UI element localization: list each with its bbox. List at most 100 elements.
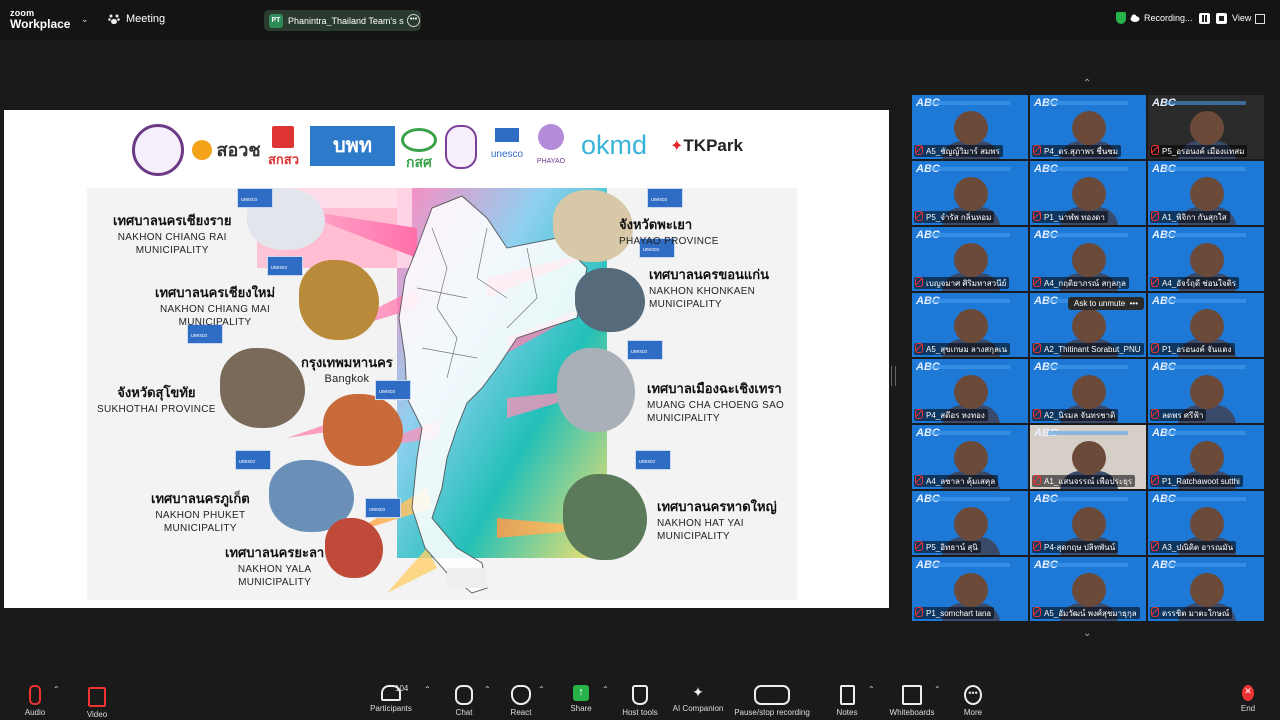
- microphone-muted-icon: [29, 685, 41, 705]
- participant-name: P4_ดร.สุภาพร ชื่นชม: [1032, 145, 1121, 157]
- banner-decoration: [1166, 101, 1246, 105]
- banner-decoration: [1048, 233, 1128, 237]
- shared-screen[interactable]: สอวช สกสว บพท กสศ unesco PHAYAO okmd ✦TK…: [4, 110, 889, 608]
- panel-resize-handle[interactable]: [891, 366, 896, 386]
- participant-tile[interactable]: ABC P1_อรอนงค์ จันแดง: [1148, 293, 1264, 357]
- zoom-workplace-logo[interactable]: zoom Workplace: [10, 9, 71, 31]
- scroll-down-icon[interactable]: ⌄: [1083, 628, 1091, 639]
- participant-tile[interactable]: ABC ลดพร ศรีฟ้า: [1148, 359, 1264, 423]
- whiteboards-options-chevron[interactable]: ⌃: [934, 685, 941, 694]
- banner-decoration: [1166, 497, 1246, 501]
- participant-tile[interactable]: ABC A1_พิจิกา กันสุกใส: [1148, 161, 1264, 225]
- host-tools-button[interactable]: Host tools: [620, 685, 660, 717]
- participant-video: [954, 441, 988, 475]
- participant-video: [1072, 177, 1106, 211]
- share-screen-icon: ↑: [573, 685, 589, 701]
- participant-video: [1072, 507, 1106, 541]
- banner-decoration: [930, 101, 1010, 105]
- participant-tile[interactable]: ABC P5_จำรัส กลิ่นหอม: [912, 161, 1028, 225]
- logo-phayao: PHAYAO: [533, 124, 569, 168]
- banner-decoration: [1048, 497, 1128, 501]
- participant-name: P5_อิทธาน์ สุนิ: [914, 541, 981, 553]
- chat-options-chevron[interactable]: ⌃: [484, 685, 491, 694]
- video-off-icon: [88, 687, 106, 707]
- participant-video: [1190, 573, 1224, 607]
- pause-recording-button[interactable]: [1198, 12, 1210, 24]
- khonkaen-image: [575, 268, 645, 332]
- ai-sparkle-icon: ✦: [692, 684, 704, 700]
- participant-video: [954, 309, 988, 343]
- unesco-flag-icon: [235, 450, 271, 470]
- participant-tile[interactable]: ABC P4_สดีอร หงทอง: [912, 359, 1028, 423]
- notes-options-chevron[interactable]: ⌃: [868, 685, 875, 694]
- chat-button[interactable]: Chat: [452, 685, 476, 717]
- participant-video: [1072, 573, 1106, 607]
- participant-tile[interactable]: ABC A2_นิรมล จันทรชาติ: [1030, 359, 1146, 423]
- more-button[interactable]: ••• More: [960, 685, 986, 717]
- participant-tile[interactable]: ABC P1_somchart tana: [912, 557, 1028, 621]
- view-button[interactable]: View: [1232, 13, 1266, 24]
- banner-decoration: [1048, 365, 1128, 369]
- more-options-icon[interactable]: •••: [407, 14, 420, 27]
- react-icon: [511, 685, 531, 705]
- audio-options-chevron[interactable]: ⌃: [53, 685, 60, 694]
- participant-tile[interactable]: ABC A1_แสนจรรณ์ เพือประยุร: [1030, 425, 1146, 489]
- participant-tile[interactable]: ABC เบญจมาศ ศิริมหาสวนีย์: [912, 227, 1028, 291]
- audio-button[interactable]: Audio: [22, 685, 48, 717]
- recording-label: Recording...: [1144, 13, 1193, 23]
- pause-stop-recording-button[interactable]: Pause/stop recording: [732, 685, 812, 717]
- stop-recording-button[interactable]: [1215, 12, 1227, 24]
- participant-tile[interactable]: ABC P4-สุดกฤษ ปลิทพันน์: [1030, 491, 1146, 555]
- participant-tile[interactable]: ABC A5_อัมวัฒน์ พงศ์สุชมาธุกุล: [1030, 557, 1146, 621]
- logo-sorkorsorwor: สกสว: [268, 126, 299, 170]
- participant-tile[interactable]: ABC ดรรชิต มาตะใกษณ์: [1148, 557, 1264, 621]
- city-label-phuket: เทศบาลนครภูเก็ต NAKHON PHUKET MUNICIPALI…: [151, 491, 250, 534]
- university-crest-logo: [445, 125, 477, 169]
- end-meeting-button[interactable]: ✕ End: [1236, 685, 1260, 713]
- react-button[interactable]: React: [508, 685, 534, 717]
- mic-muted-icon: [1151, 277, 1159, 287]
- logo-line2: Workplace: [10, 17, 71, 31]
- participants-button[interactable]: 104 Participants: [368, 684, 414, 713]
- participant-tile[interactable]: ABC P1_Ratchawoot sutthi: [1148, 425, 1264, 489]
- whiteboards-button[interactable]: Whiteboards: [888, 685, 936, 717]
- banner-decoration: [1048, 563, 1128, 567]
- participant-tile[interactable]: ABC A5_สุขเกษม ลางสกุลเน: [912, 293, 1028, 357]
- view-label: View: [1232, 13, 1252, 23]
- screen-share-indicator[interactable]: PT Phanintra_Thailand Team's scree •••: [264, 10, 421, 31]
- ask-to-unmute-button[interactable]: Ask to unmute •••: [1068, 297, 1144, 310]
- participant-tile[interactable]: ABC P1_นาฬพ ทองดา: [1030, 161, 1146, 225]
- share-options-chevron[interactable]: ⌃: [602, 685, 609, 694]
- video-button[interactable]: Video: [84, 685, 110, 719]
- grid-view-icon: [1255, 13, 1266, 24]
- mic-muted-icon: [915, 343, 923, 353]
- meeting-toolbar: Audio ⌃ Video 104 Participants ⌃ Chat ⌃ …: [0, 680, 1280, 720]
- meeting-info-button[interactable]: Meeting: [108, 13, 165, 25]
- city-label-bangkok: กรุงเทพมหานคร Bangkok: [301, 355, 393, 385]
- participant-tile[interactable]: ABC A4_กฤติยาภรณ์ สกุลกุล: [1030, 227, 1146, 291]
- participant-name: A1_แสนจรรณ์ เพือประยุร: [1032, 475, 1136, 487]
- participant-name: P1_Ratchawoot sutthi: [1150, 475, 1243, 487]
- participant-tile[interactable]: ABC P5_อิทธาน์ สุนิ: [912, 491, 1028, 555]
- participant-tile[interactable]: ABC P4_ดร.สุภาพร ชื่นชม: [1030, 95, 1146, 159]
- react-options-chevron[interactable]: ⌃: [538, 685, 545, 694]
- participant-tile[interactable]: ABC P5_อรอนงค์ เมืองแทสม: [1148, 95, 1264, 159]
- thailand-map-infographic: เทศบาลนครเชียงราย NAKHON CHIANG RAI MUNI…: [87, 188, 797, 600]
- share-button[interactable]: ↑ Share: [568, 685, 594, 713]
- city-label-chiang-mai: เทศบาลนครเชียงใหม่ NAKHON CHIANG MAI MUN…: [155, 285, 276, 328]
- scroll-up-icon[interactable]: ⌃: [1083, 78, 1091, 89]
- chevron-down-icon[interactable]: ⌄: [81, 14, 89, 25]
- participant-tile[interactable]: ABC A4_ลชาลา คุ้มเสคุล: [912, 425, 1028, 489]
- banner-decoration: [1166, 431, 1246, 435]
- participants-options-chevron[interactable]: ⌃: [424, 685, 431, 694]
- participant-tile[interactable]: ABC A5_ชัญญ์วิมาร์ สมพร: [912, 95, 1028, 159]
- logo-tkpark: ✦TKPark: [670, 136, 743, 155]
- participant-tile[interactable]: ABC A4_อัจร์ฤดี ช่อนใจดิร: [1148, 227, 1264, 291]
- notes-button[interactable]: Notes: [834, 685, 860, 717]
- participant-tile[interactable]: ABC A3_ปณิดิต อารณมัน: [1148, 491, 1264, 555]
- paw-icon: [108, 14, 120, 25]
- participant-video: [954, 243, 988, 277]
- unesco-flag-icon: [635, 450, 671, 470]
- ai-companion-button[interactable]: ✦ AI Companion: [670, 685, 726, 713]
- banner-decoration: [930, 497, 1010, 501]
